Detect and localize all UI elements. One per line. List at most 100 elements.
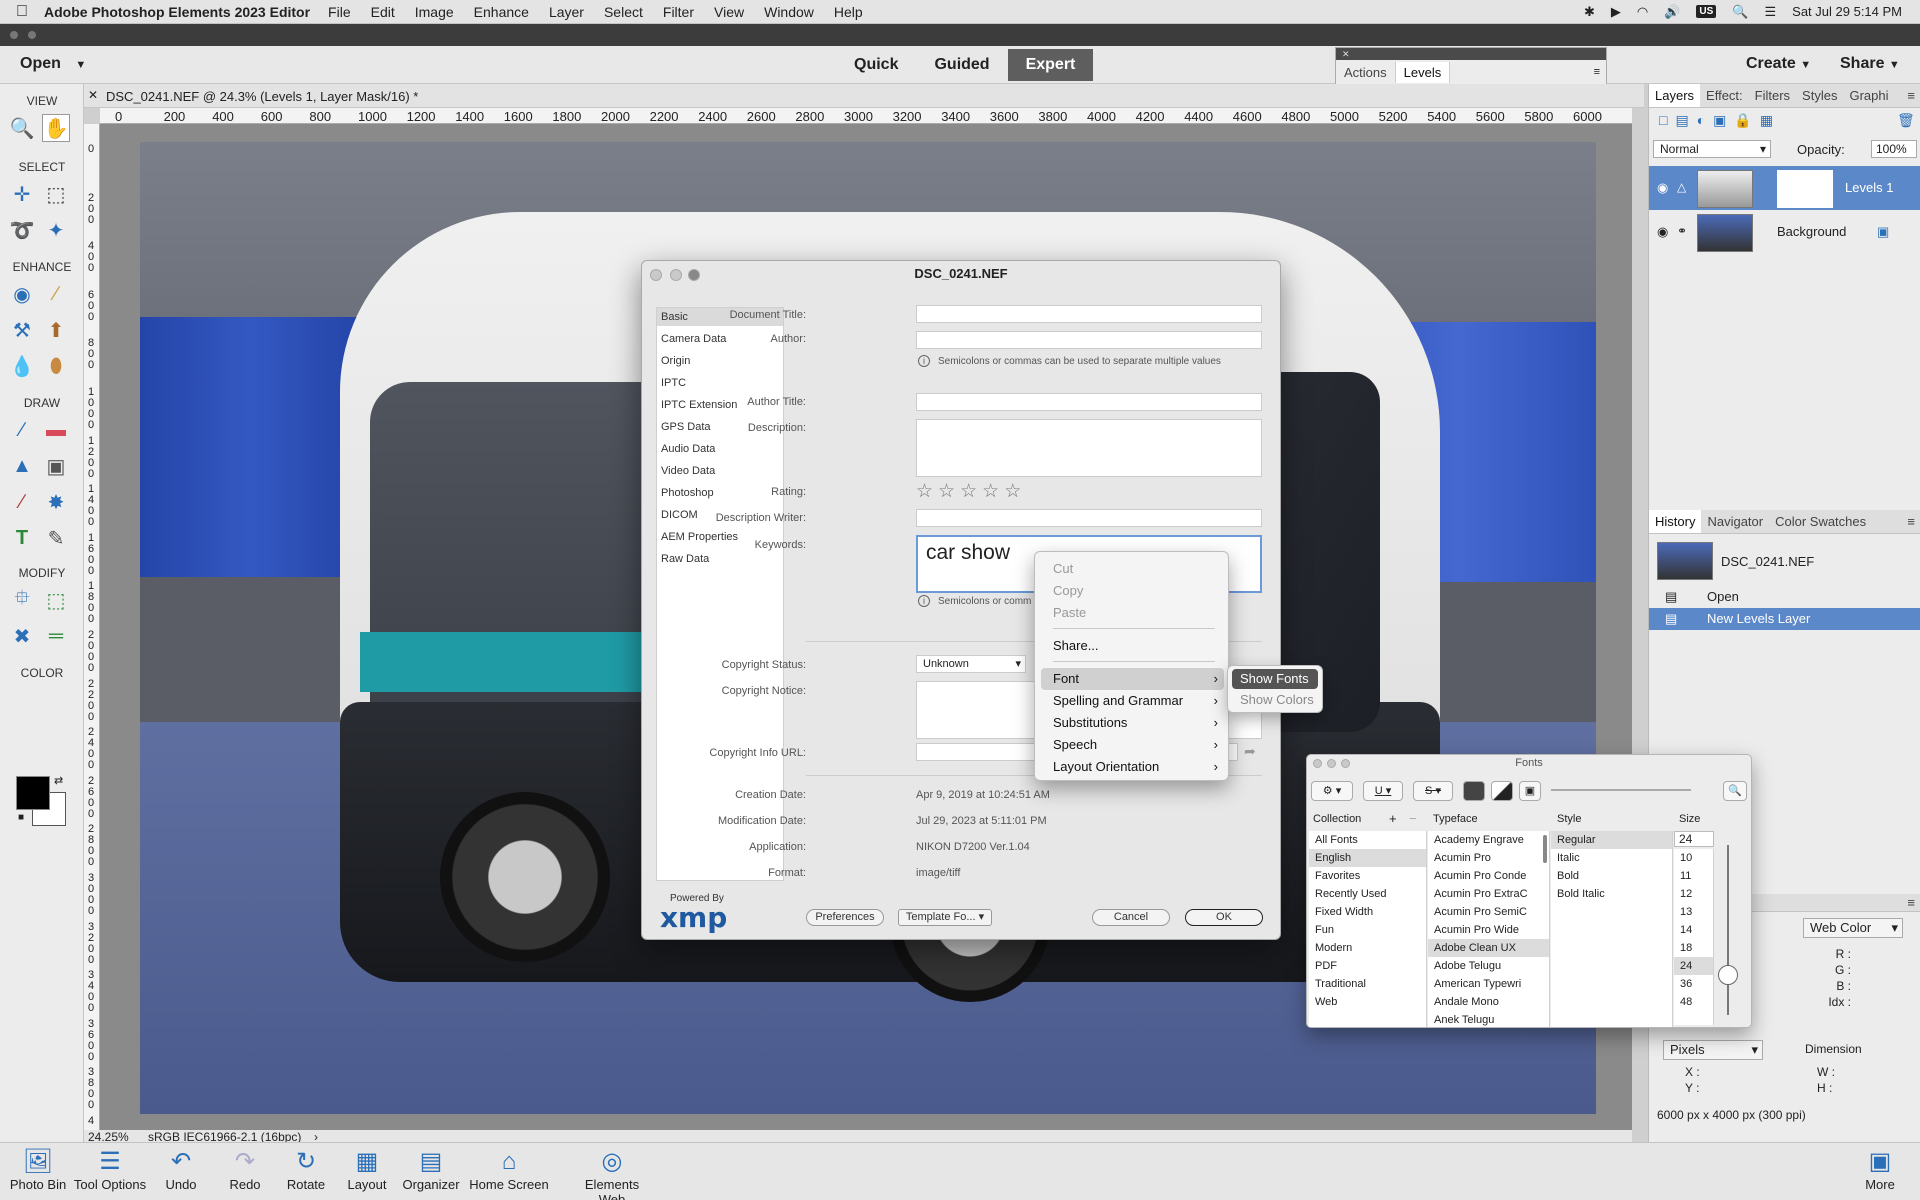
author-title-field[interactable] <box>916 393 1262 411</box>
size-input[interactable]: 24 <box>1674 831 1714 847</box>
text-shadow-icon[interactable]: ▣ <box>1519 781 1541 801</box>
panel-menu-icon[interactable]: ≡ <box>1901 894 1920 911</box>
clone-stamp-icon[interactable]: ⬆ <box>42 316 70 344</box>
underline-select[interactable]: U ▾ <box>1363 781 1403 801</box>
collection-item[interactable]: Favorites <box>1309 867 1426 885</box>
mode-quick[interactable]: Quick <box>836 49 916 81</box>
crop-tool-icon[interactable]: ⯐ <box>8 586 36 614</box>
typeface-item[interactable]: Acumin Pro SemiC <box>1428 903 1549 921</box>
layer-mask-thumbnail[interactable] <box>1777 170 1833 208</box>
description-writer-field[interactable] <box>916 509 1262 527</box>
menu-item-copy[interactable]: Copy <box>1041 580 1224 602</box>
preferences-button[interactable]: Preferences <box>806 909 884 926</box>
menu-item-layout-orientation[interactable]: Layout Orientation › <box>1041 756 1224 778</box>
tab-styles[interactable]: Styles <box>1796 84 1843 107</box>
eraser-tool-icon[interactable]: ▬ <box>42 416 70 444</box>
remove-collection-icon[interactable]: − <box>1409 811 1417 826</box>
typeface-item[interactable]: Academy Engrave <box>1428 831 1549 849</box>
new-group-icon[interactable]: ▤ <box>1675 112 1688 129</box>
eye-icon[interactable]: ◉ <box>1657 224 1668 240</box>
adjustment-layer-icon[interactable]: ◐ <box>1697 112 1705 129</box>
size-item[interactable]: 13 <box>1674 903 1713 921</box>
style-item[interactable]: Regular <box>1551 831 1672 849</box>
more-button[interactable]: ▣ More <box>1840 1147 1920 1192</box>
typeface-item[interactable]: Anek Telugu <box>1428 1011 1549 1027</box>
tab-graphics[interactable]: Graphi <box>1843 84 1894 107</box>
typeface-scrollbar[interactable] <box>1543 835 1547 863</box>
magic-wand-tool-icon[interactable]: ✦ <box>42 216 70 244</box>
fonts-action-menu[interactable]: ⚙ ▾ <box>1311 781 1353 801</box>
collection-item[interactable]: Fun <box>1309 921 1426 939</box>
blend-mode-select[interactable]: Normal ▾ <box>1653 140 1771 158</box>
layer-name[interactable]: Background <box>1777 224 1846 239</box>
size-item[interactable]: 14 <box>1674 921 1713 939</box>
menu-layer[interactable]: Layer <box>549 4 584 20</box>
size-item[interactable]: 24 <box>1674 957 1713 975</box>
star-icon[interactable]: ☆ <box>1004 481 1026 502</box>
info-color-mode-select[interactable]: Web Color ▾ <box>1803 918 1903 938</box>
style-item[interactable]: Bold Italic <box>1551 885 1672 903</box>
typeface-item[interactable]: Acumin Pro Wide <box>1428 921 1549 939</box>
category-item[interactable]: Raw Data <box>657 550 783 568</box>
tool-options-button[interactable]: ☰ Tool Options <box>70 1147 150 1192</box>
tab-effects[interactable]: Effect: <box>1700 84 1749 107</box>
layer-lock-icon[interactable]: ▣ <box>1877 224 1889 240</box>
brush-tool-icon[interactable]: ∕ <box>8 416 36 444</box>
mode-expert[interactable]: Expert <box>1007 49 1094 81</box>
collection-item[interactable]: Modern <box>1309 939 1426 957</box>
layer-row-levels[interactable]: ◉ △ Levels 1 <box>1649 166 1920 210</box>
size-item[interactable]: 36 <box>1674 975 1713 993</box>
shape-tool-icon[interactable]: ✸ <box>42 488 70 516</box>
wifi-icon[interactable]: ◠ <box>1637 4 1648 20</box>
template-folder-select[interactable]: Template Fo... ▾ <box>898 909 992 926</box>
size-slider-track[interactable] <box>1727 845 1729 1015</box>
category-item[interactable]: IPTC <box>657 374 783 392</box>
recompose-tool-icon[interactable]: ⬚ <box>42 586 70 614</box>
layer-mask-icon[interactable]: ▣ <box>1713 112 1726 129</box>
menu-item-show-fonts[interactable]: Show Fonts <box>1232 669 1318 689</box>
collection-item[interactable]: English <box>1309 849 1426 867</box>
style-item[interactable]: Italic <box>1551 849 1672 867</box>
size-list[interactable]: 10 11 12 13 14 18 24 36 48 <box>1674 849 1714 1025</box>
home-screen-button[interactable]: ⌂ Home Screen <box>469 1147 549 1192</box>
panel-menu-icon[interactable]: ≡ <box>1594 66 1606 78</box>
star-icon[interactable]: ☆ <box>960 481 982 502</box>
typeface-list[interactable]: Academy Engrave Acumin Pro Acumin Pro Cond… <box>1428 831 1550 1027</box>
delete-layer-icon[interactable]: 🗑 <box>1897 112 1915 129</box>
window-close-icon[interactable] <box>10 31 18 39</box>
menu-item-share[interactable]: Share... <box>1041 635 1224 657</box>
apple-icon[interactable]:  <box>0 3 44 21</box>
history-step-open[interactable]: ▤ Open <box>1649 586 1920 608</box>
open-url-icon[interactable]: ➦ <box>1244 743 1256 760</box>
tab-actions[interactable]: Actions <box>1336 61 1396 83</box>
text-color-swatch[interactable] <box>1463 781 1485 801</box>
history-step-new-levels-layer[interactable]: ▤ New Levels Layer <box>1649 608 1920 630</box>
menu-item-speech[interactable]: Speech › <box>1041 734 1224 756</box>
hand-tool-icon[interactable]: ✋ <box>42 114 70 142</box>
lock-icon[interactable]: 🔒 <box>1734 112 1751 129</box>
pencil-tool-icon[interactable]: ✎ <box>42 524 70 552</box>
close-icon[interactable]: ✕ <box>88 88 98 102</box>
menu-select[interactable]: Select <box>604 4 643 20</box>
menu-enhance[interactable]: Enhance <box>474 4 529 20</box>
tab-levels[interactable]: Levels <box>1395 61 1451 83</box>
lasso-tool-icon[interactable]: ➰ <box>8 216 36 244</box>
style-item[interactable]: Bold <box>1551 867 1672 885</box>
menu-item-font[interactable]: Font › <box>1041 668 1224 690</box>
author-field[interactable] <box>916 331 1262 349</box>
tab-layers[interactable]: Layers <box>1649 84 1701 107</box>
smart-brush-icon[interactable]: ⚒ <box>8 316 36 344</box>
menu-item-paste[interactable]: Paste <box>1041 602 1224 624</box>
sponge-tool-icon[interactable]: ⬮ <box>42 352 70 380</box>
gradient-tool-icon[interactable]: ▣ <box>42 452 70 480</box>
description-field[interactable] <box>916 419 1262 477</box>
default-colors-icon[interactable]: ■ <box>18 812 24 823</box>
star-icon[interactable]: ☆ <box>938 481 960 502</box>
category-item[interactable]: Audio Data <box>657 440 783 458</box>
size-item[interactable]: 48 <box>1674 993 1713 1011</box>
clock[interactable]: Sat Jul 29 5:14 PM <box>1792 4 1902 19</box>
size-item[interactable]: 18 <box>1674 939 1713 957</box>
marquee-tool-icon[interactable]: ⬚ <box>42 180 70 208</box>
elements-web-button[interactable]: ◎ Elements Web <box>572 1147 652 1200</box>
collection-item[interactable]: PDF <box>1309 957 1426 975</box>
